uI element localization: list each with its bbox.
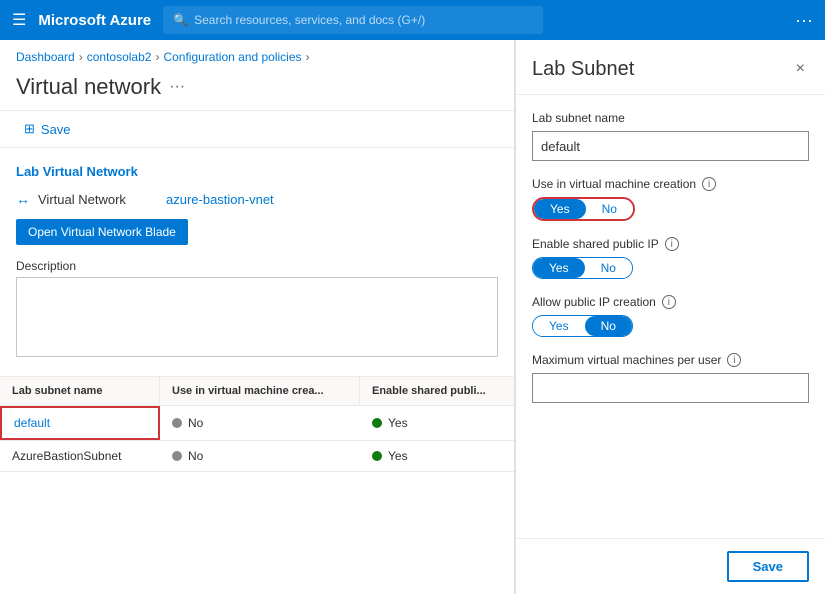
subnet-name-input[interactable] <box>532 131 809 161</box>
table-header: Lab subnet name Use in virtual machine c… <box>0 376 514 406</box>
save-top-button[interactable]: ⊞ Save <box>16 117 79 141</box>
vm-creation-info-icon[interactable]: i <box>702 177 716 191</box>
more-options-icon[interactable]: ··· <box>795 10 813 31</box>
save-icon: ⊞ <box>24 121 35 137</box>
table-row[interactable]: default No Yes No <box>0 406 514 441</box>
panel-footer: Save <box>516 538 825 594</box>
right-panel: Lab Subnet × Lab subnet name Use in virt… <box>515 40 825 594</box>
table-row[interactable]: AzureBastionSubnet No Yes No <box>0 441 514 472</box>
td-shared-2: Yes <box>360 441 515 471</box>
search-input[interactable] <box>194 13 533 27</box>
max-vms-info-icon[interactable]: i <box>727 353 741 367</box>
public-ip-label: Allow public IP creation i <box>532 295 809 309</box>
vnet-value[interactable]: azure-bastion-vnet <box>166 192 274 207</box>
vm-creation-no-button[interactable]: No <box>586 199 633 219</box>
save-top-label: Save <box>41 122 71 137</box>
open-blade-button[interactable]: Open Virtual Network Blade <box>16 219 188 245</box>
description-label: Description <box>0 253 514 277</box>
col-header-name: Lab subnet name <box>0 377 160 405</box>
toolbar: ⊞ Save <box>0 110 514 148</box>
status-dot-shared-2 <box>372 451 382 461</box>
panel-header: Lab Subnet × <box>516 40 825 95</box>
public-ip-info-icon[interactable]: i <box>662 295 676 309</box>
description-textarea[interactable] <box>16 277 498 357</box>
vnet-icon: ↔ <box>16 191 30 207</box>
shared-ip-no-button[interactable]: No <box>585 258 632 278</box>
close-panel-button[interactable]: × <box>792 56 809 82</box>
td-name-2[interactable]: AzureBastionSubnet <box>0 441 160 471</box>
main-container: Dashboard › contosolab2 › Configuration … <box>0 40 825 594</box>
breadcrumb: Dashboard › contosolab2 › Configuration … <box>0 40 514 68</box>
public-ip-yes-button[interactable]: Yes <box>533 316 585 336</box>
left-panel: Dashboard › contosolab2 › Configuration … <box>0 40 515 594</box>
td-shared-label-2: Yes <box>388 449 408 463</box>
td-vm-1: No <box>160 406 360 440</box>
panel-title: Lab Subnet <box>532 58 634 81</box>
search-icon: 🔍 <box>173 13 188 27</box>
public-ip-toggle: Yes No <box>532 315 633 337</box>
td-shared-label-1: Yes <box>388 416 408 430</box>
max-vms-input[interactable] <box>532 373 809 403</box>
status-dot-shared-1 <box>372 418 382 428</box>
panel-body: Lab subnet name Use in virtual machine c… <box>516 95 825 538</box>
max-vms-label: Maximum virtual machines per user i <box>532 353 809 367</box>
status-dot-vm-2 <box>172 451 182 461</box>
public-ip-group: Allow public IP creation i Yes No <box>532 295 809 337</box>
breadcrumb-config[interactable]: Configuration and policies <box>163 50 301 64</box>
page-more-icon[interactable]: ··· <box>169 78 185 96</box>
shared-ip-group: Enable shared public IP i Yes No <box>532 237 809 279</box>
vm-creation-toggle: Yes No <box>532 197 635 221</box>
shared-ip-yes-button[interactable]: Yes <box>533 258 585 278</box>
subnet-name-label: Lab subnet name <box>532 111 809 125</box>
breadcrumb-lab[interactable]: contosolab2 <box>87 50 152 64</box>
vm-creation-yes-button[interactable]: Yes <box>534 199 586 219</box>
subnet-table: Lab subnet name Use in virtual machine c… <box>0 376 514 472</box>
td-vm-2: No <box>160 441 360 471</box>
col-header-vm: Use in virtual machine crea... <box>160 377 360 405</box>
max-vms-group: Maximum virtual machines per user i <box>532 353 809 403</box>
page-title-row: Virtual network ··· <box>0 68 514 110</box>
subnet-name-group: Lab subnet name <box>532 111 809 161</box>
panel-save-button[interactable]: Save <box>727 551 809 582</box>
td-vm-label-2: No <box>188 449 203 463</box>
status-dot-vm-1 <box>172 418 182 428</box>
brand-label: Microsoft Azure <box>38 12 151 29</box>
page-title: Virtual network <box>16 74 161 100</box>
top-nav: ☰ Microsoft Azure 🔍 ··· <box>0 0 825 40</box>
breadcrumb-dashboard[interactable]: Dashboard <box>16 50 75 64</box>
shared-ip-toggle: Yes No <box>532 257 633 279</box>
td-shared-1: Yes <box>360 406 515 440</box>
shared-ip-info-icon[interactable]: i <box>665 237 679 251</box>
section-title: Lab Virtual Network <box>0 148 514 187</box>
td-vm-label-1: No <box>188 416 203 430</box>
vm-creation-group: Use in virtual machine creation i Yes No <box>532 177 809 221</box>
vm-creation-label: Use in virtual machine creation i <box>532 177 809 191</box>
shared-ip-label: Enable shared public IP i <box>532 237 809 251</box>
search-bar[interactable]: 🔍 <box>163 6 543 34</box>
col-header-shared: Enable shared publi... <box>360 377 515 405</box>
public-ip-no-button[interactable]: No <box>585 316 632 336</box>
td-name-1[interactable]: default <box>0 406 160 440</box>
hamburger-icon[interactable]: ☰ <box>12 10 26 30</box>
vnet-row: ↔ Virtual Network azure-bastion-vnet <box>0 187 514 211</box>
vnet-label: Virtual Network <box>38 192 158 207</box>
